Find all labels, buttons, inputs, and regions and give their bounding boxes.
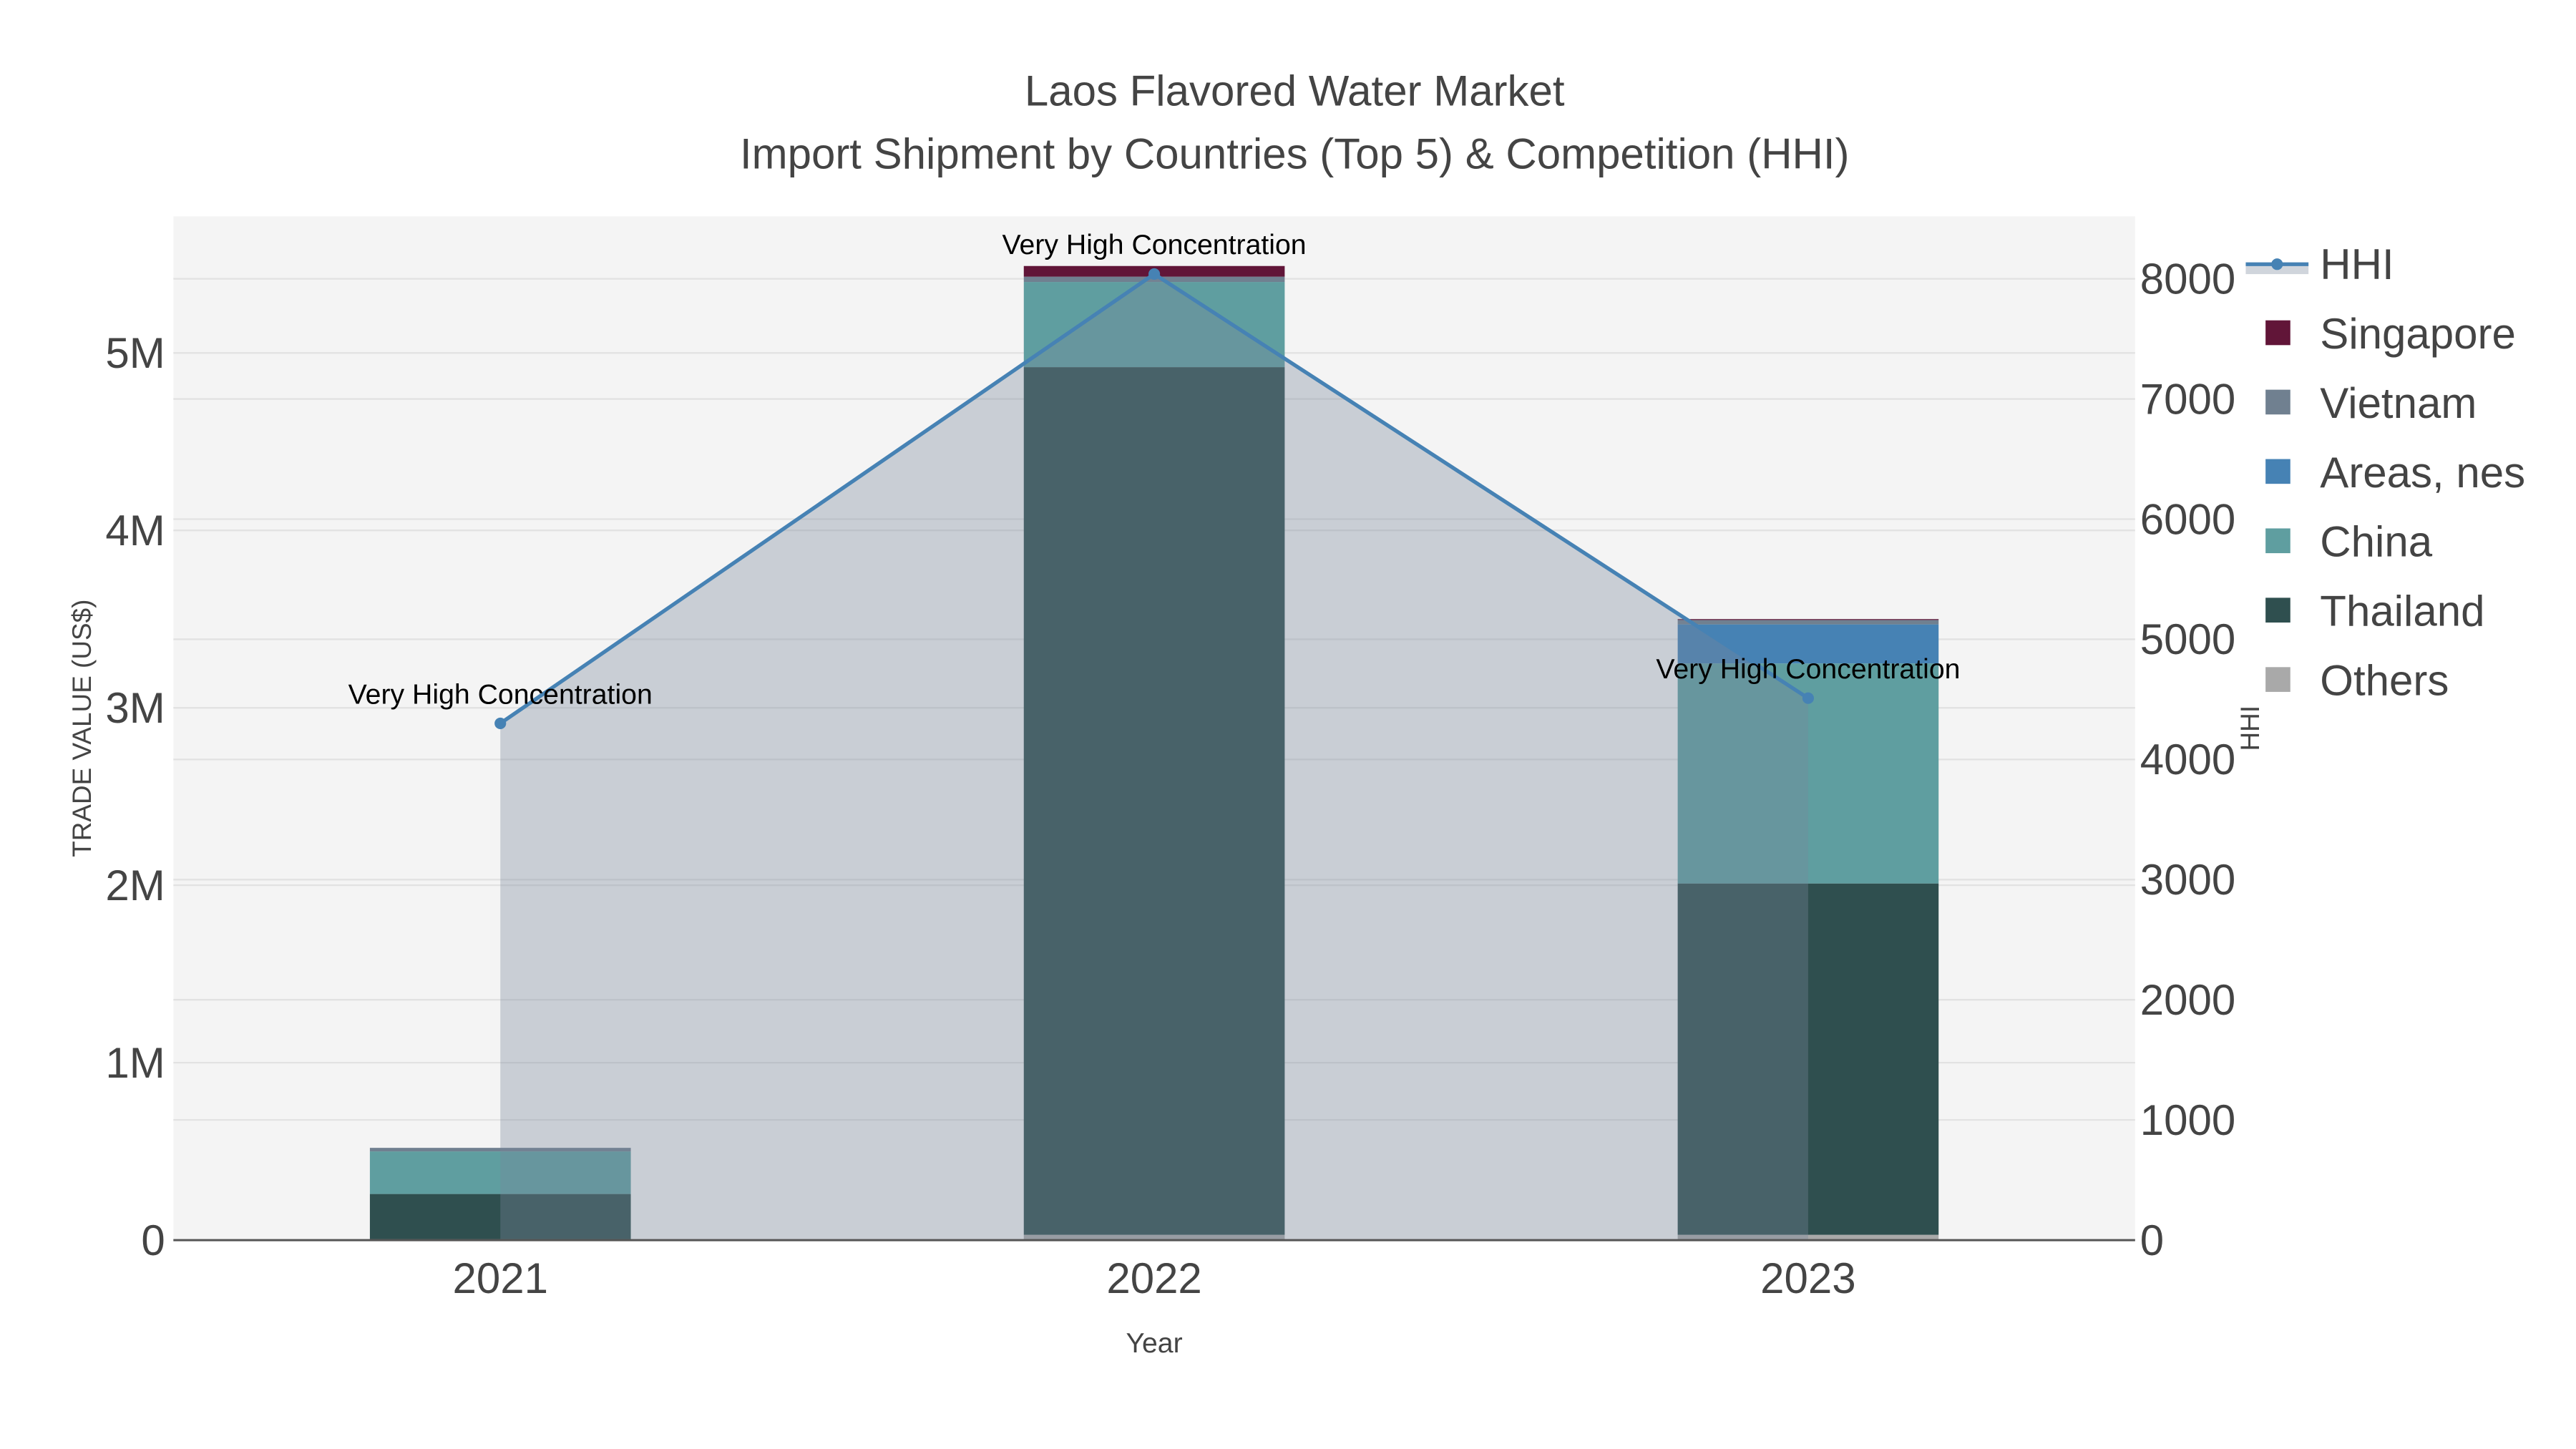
hhi-annotation: Very High Concentration <box>1656 653 1960 685</box>
chart: Very High Concentration Very High Concent… <box>67 67 2525 1359</box>
legend-label: Singapore <box>2320 310 2516 358</box>
legend-label: China <box>2320 518 2432 566</box>
hhi-annotation: Very High Concentration <box>348 678 653 710</box>
y-tick-label: 5M <box>105 329 165 377</box>
y2-tick-label: 2000 <box>2140 976 2235 1024</box>
hhi-point-2023 <box>1802 692 1814 704</box>
hhi-annotation: Very High Concentration <box>1002 229 1307 260</box>
y2-tick-label: 7000 <box>2140 375 2235 423</box>
legend-swatch-china <box>2265 528 2290 554</box>
y-tick-label: 3M <box>105 684 165 732</box>
legend-swatch-thailand <box>2265 597 2290 623</box>
legend-hhi-marker <box>2271 258 2283 270</box>
y2-tick-label: 0 <box>2140 1216 2164 1264</box>
x-tick-label: 2022 <box>1106 1254 1201 1302</box>
y2-tick-label: 5000 <box>2140 615 2235 663</box>
y-tick-label: 1M <box>105 1039 165 1087</box>
y2-tick-label: 6000 <box>2140 495 2235 543</box>
x-tick-label: 2023 <box>1760 1254 1855 1302</box>
y-axis-title: TRADE VALUE (US$) <box>67 600 97 857</box>
hhi-point-2021 <box>494 717 507 730</box>
y2-tick-label: 3000 <box>2140 856 2235 904</box>
legend-swatch-vietnam <box>2265 389 2290 415</box>
y-tick-label: 0 <box>141 1216 165 1264</box>
y2-tick-label: 4000 <box>2140 736 2235 784</box>
legend-label: Others <box>2320 657 2449 705</box>
x-tick-label: 2021 <box>452 1254 547 1302</box>
hhi-point-2022 <box>1148 268 1161 280</box>
chart-title: Laos Flavored Water Market <box>1025 67 1565 115</box>
y-tick-label: 4M <box>105 507 165 555</box>
y2-axis-title: HHI <box>2235 706 2265 751</box>
chart-subtitle: Import Shipment by Countries (Top 5) & C… <box>740 130 1850 177</box>
legend-label: Thailand <box>2320 587 2484 635</box>
legend-label: HHI <box>2320 240 2394 288</box>
legend-label: Areas, nes <box>2320 449 2525 497</box>
x-axis-title: Year <box>1126 1327 1182 1359</box>
y2-tick-label: 8000 <box>2140 255 2235 303</box>
legend-swatch-singapore <box>2265 320 2290 346</box>
legend-label: Vietnam <box>2320 379 2477 427</box>
legend-swatch-others <box>2265 667 2290 692</box>
bar-vietnam-2023 <box>1677 620 1939 625</box>
y-tick-label: 2M <box>105 862 165 909</box>
bar-singapore-2023 <box>1677 619 1939 620</box>
legend-swatch-areas-nes <box>2265 459 2290 484</box>
y2-tick-label: 1000 <box>2140 1096 2235 1144</box>
